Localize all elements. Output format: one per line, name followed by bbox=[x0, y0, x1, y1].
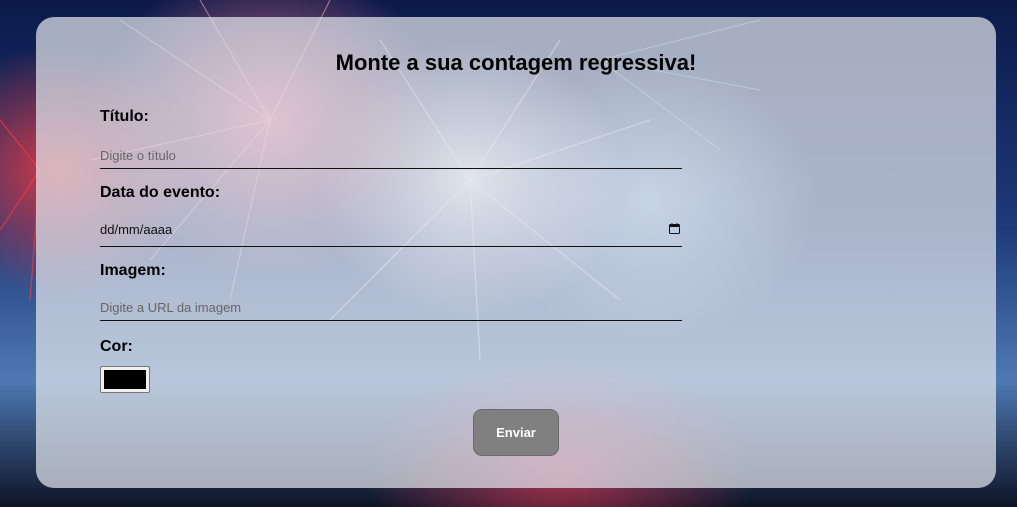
data-evento-label: Data do evento: bbox=[100, 184, 221, 201]
imagem-label: Imagem: bbox=[100, 262, 166, 279]
countdown-form-card: Monte a sua contagem regressiva! Título:… bbox=[36, 17, 996, 488]
data-evento-field[interactable]: dd/mm/aaaa bbox=[100, 217, 682, 247]
date-value: dd/mm/aaaa bbox=[100, 222, 173, 237]
titulo-field bbox=[100, 143, 682, 169]
form-title: Monte a sua contagem regressiva! bbox=[335, 50, 697, 75]
imagem-input[interactable] bbox=[100, 295, 682, 320]
calendar-icon[interactable] bbox=[669, 223, 680, 234]
imagem-field bbox=[100, 295, 682, 321]
cor-label: Cor: bbox=[100, 338, 133, 355]
color-swatch-fill bbox=[104, 370, 146, 389]
titulo-label: Título: bbox=[100, 108, 149, 125]
titulo-input[interactable] bbox=[100, 143, 682, 168]
color-picker[interactable] bbox=[100, 366, 150, 393]
submit-button[interactable]: Enviar bbox=[473, 409, 559, 456]
